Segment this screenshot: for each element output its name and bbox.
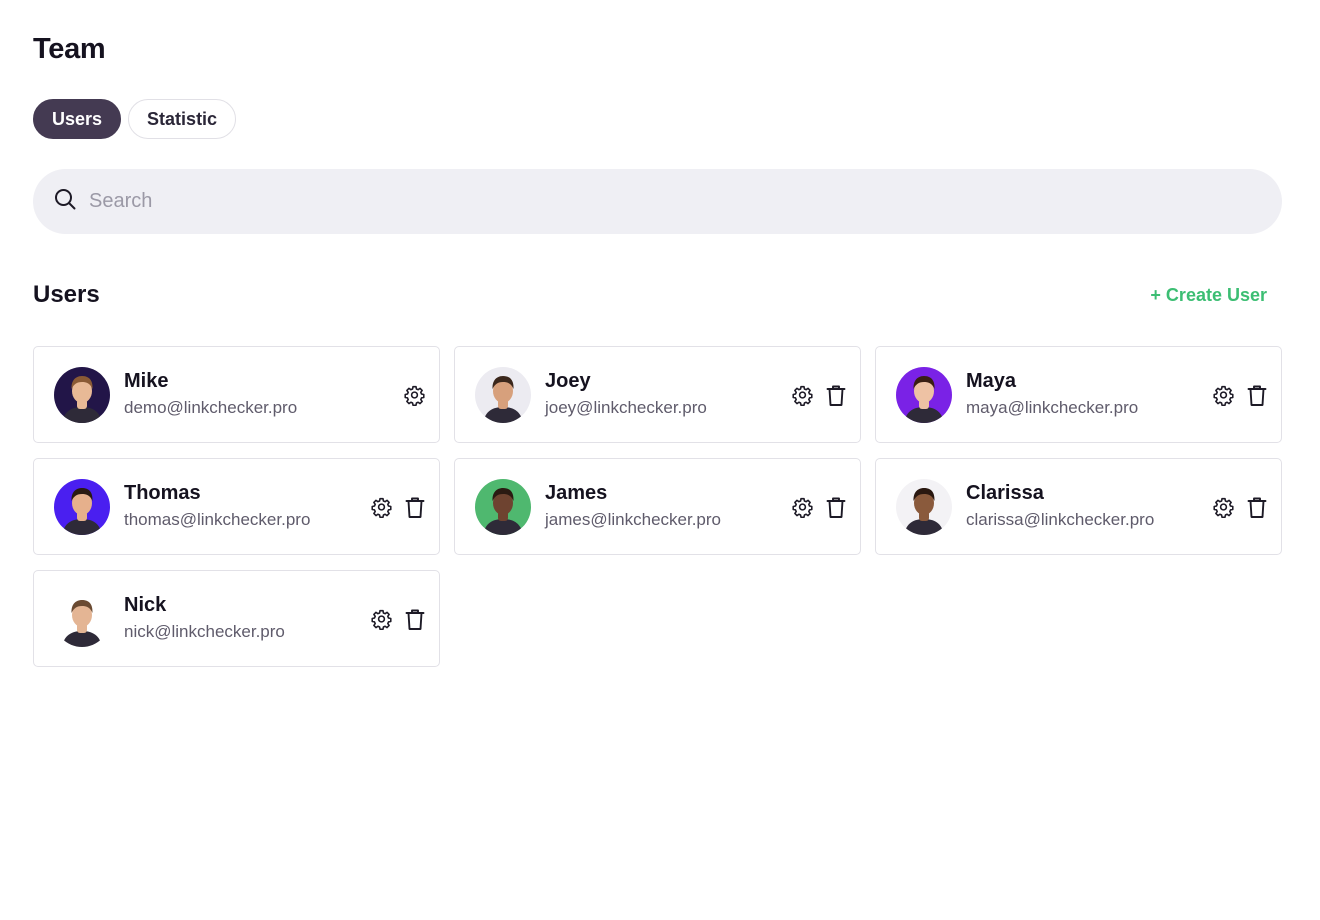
user-email: clarissa@linkchecker.pro [966, 510, 1155, 529]
user-card: James james@linkchecker.pro [454, 458, 861, 555]
avatar [896, 367, 952, 423]
gear-icon[interactable] [404, 383, 425, 407]
search-bar [33, 169, 1282, 234]
user-actions [371, 495, 425, 519]
tab-users[interactable]: Users [33, 99, 122, 139]
page-title: Team [33, 33, 106, 65]
user-email: maya@linkchecker.pro [966, 398, 1139, 417]
create-user-button[interactable]: + Create User [1150, 285, 1267, 306]
search-input[interactable] [89, 181, 1239, 222]
user-name: Maya [966, 370, 1017, 392]
user-actions [1213, 495, 1267, 519]
avatar [475, 367, 531, 423]
user-actions [792, 495, 846, 519]
user-email: james@linkchecker.pro [545, 510, 721, 529]
user-name: Thomas [124, 482, 201, 504]
gear-icon[interactable] [792, 383, 813, 407]
trash-icon[interactable] [1246, 495, 1267, 519]
user-name: Clarissa [966, 482, 1044, 504]
avatar [54, 591, 110, 647]
user-actions [1213, 383, 1267, 407]
user-name: James [545, 482, 608, 504]
user-card: Mike demo@linkchecker.pro [33, 346, 440, 443]
trash-icon[interactable] [1246, 383, 1267, 407]
user-email: nick@linkchecker.pro [124, 622, 285, 641]
user-email: joey@linkchecker.pro [545, 398, 707, 417]
avatar [475, 479, 531, 535]
user-name: Joey [545, 370, 591, 392]
gear-icon[interactable] [1213, 383, 1234, 407]
trash-icon[interactable] [404, 607, 425, 631]
user-email: thomas@linkchecker.pro [124, 510, 311, 529]
gear-icon[interactable] [371, 607, 392, 631]
gear-icon[interactable] [371, 495, 392, 519]
avatar [54, 479, 110, 535]
user-card: Joey joey@linkchecker.pro [454, 346, 861, 443]
tab-statistic[interactable]: Statistic [128, 99, 237, 139]
user-email: demo@linkchecker.pro [124, 398, 298, 417]
user-name: Mike [124, 370, 169, 392]
trash-icon[interactable] [404, 495, 425, 519]
user-card: Maya maya@linkchecker.pro [875, 346, 1282, 443]
search-icon [53, 187, 77, 216]
gear-icon[interactable] [1213, 495, 1234, 519]
gear-icon[interactable] [792, 495, 813, 519]
user-name: Nick [124, 594, 167, 616]
trash-icon[interactable] [825, 383, 846, 407]
avatar [896, 479, 952, 535]
trash-icon[interactable] [825, 495, 846, 519]
tab-bar: Users Statistic [33, 99, 237, 139]
avatar [54, 367, 110, 423]
users-section-title: Users [33, 281, 100, 308]
user-card: Clarissa clarissa@linkchecker.pro [875, 458, 1282, 555]
user-actions [371, 607, 425, 631]
team-page: Team Users Statistic Users + Create User… [0, 0, 1320, 920]
user-actions [792, 383, 846, 407]
user-card: Thomas thomas@linkchecker.pro [33, 458, 440, 555]
user-card: Nick nick@linkchecker.pro [33, 570, 440, 667]
user-actions [404, 383, 425, 407]
